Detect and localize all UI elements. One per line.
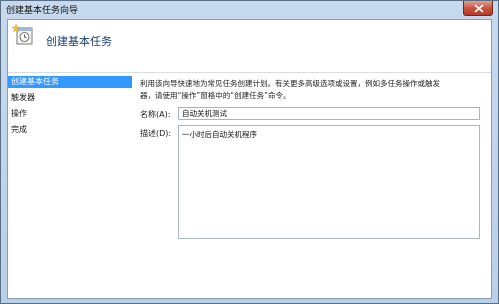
intro-text: 利用该向导快速地为常见任务创建计划。有关更多高级选项或设置，例如多任务操作或触发… (140, 78, 480, 102)
step-action[interactable]: 操作 (8, 108, 132, 120)
wizard-content: 利用该向导快速地为常见任务创建计划。有关更多高级选项或设置，例如多任务操作或触发… (136, 76, 486, 296)
page-title: 创建基本任务 (46, 35, 112, 48)
close-button[interactable] (463, 1, 493, 16)
task-scheduler-icon (12, 23, 33, 45)
name-label: 名称(A): (140, 110, 171, 119)
close-icon (474, 4, 484, 13)
name-field[interactable] (178, 107, 480, 120)
wizard-window: 创建基本任务向导 创建基本任务 创建基本任务 触发器 操作 完成 利用该向导快速… (0, 0, 499, 304)
intro-line-2: 器，请使用“操作”窗格中的“创建任务”命令。 (140, 91, 291, 100)
window-title: 创建基本任务向导 (6, 6, 79, 16)
wizard-client-area: 创建基本任务 创建基本任务 触发器 操作 完成 利用该向导快速地为常见任务创建计… (7, 19, 492, 299)
step-trigger[interactable]: 触发器 (8, 92, 132, 104)
description-field[interactable]: 一小时后自动关机程序 (178, 125, 480, 239)
description-label: 描述(D): (140, 129, 172, 138)
step-finish[interactable]: 完成 (8, 124, 132, 136)
intro-line-1: 利用该向导快速地为常见任务创建计划。有关更多高级选项或设置，例如多任务操作或触发 (140, 79, 440, 88)
wizard-steps-sidebar: 创建基本任务 触发器 操作 完成 (8, 76, 133, 298)
step-create-basic-task[interactable]: 创建基本任务 (8, 76, 132, 88)
title-bar[interactable]: 创建基本任务向导 (1, 1, 498, 19)
wizard-header: 创建基本任务 (8, 20, 491, 73)
